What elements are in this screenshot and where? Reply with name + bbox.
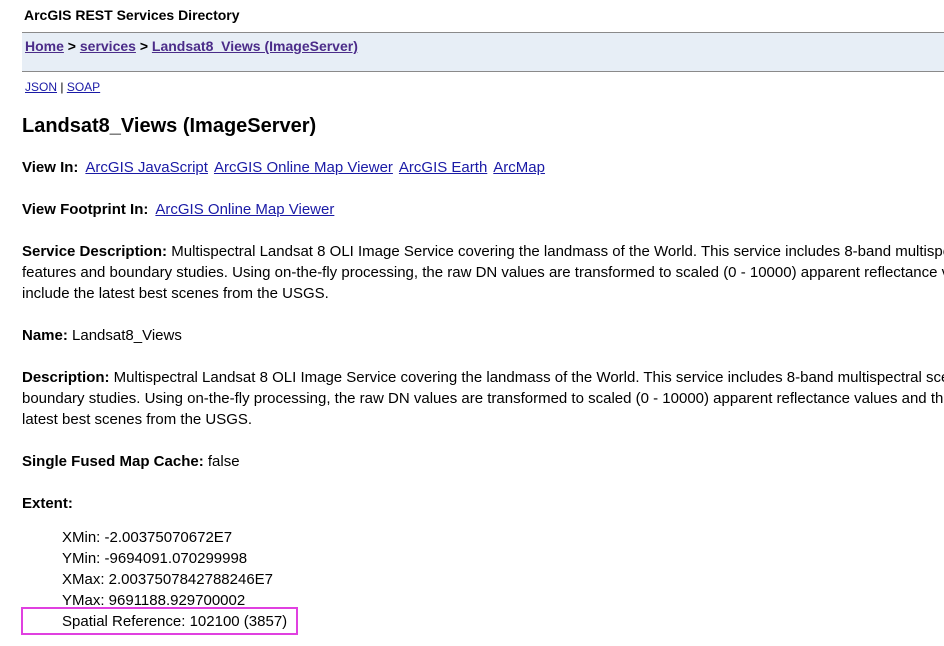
breadcrumb-services-link[interactable]: services (80, 38, 136, 54)
description-text: Multispectral Landsat 8 OLI Image Servic… (109, 369, 944, 386)
single-fused-map-cache-row: Single Fused Map Cache: false (22, 451, 240, 472)
view-in-arcgis-online-map-viewer-link[interactable]: ArcGIS Online Map Viewer (214, 159, 393, 176)
name-label: Name: (22, 327, 68, 344)
page: ArcGIS REST Services Directory Home > se… (0, 0, 944, 646)
description-text: boundary studies. Using on-the-fly proce… (22, 390, 944, 407)
service-description-text: include the latest best scenes from the … (22, 285, 329, 302)
service-description-text: features and boundary studies. Using on-… (22, 264, 944, 281)
description-text: latest best scenes from the USGS. (22, 411, 253, 428)
extent-label: Extent: (22, 495, 73, 512)
breadcrumb-current-link[interactable]: Landsat8_Views (ImageServer) (152, 38, 358, 54)
extent-row: Extent: (22, 493, 73, 514)
page-title: Landsat8_Views (ImageServer) (22, 115, 317, 137)
breadcrumb-separator: > (135, 38, 152, 54)
view-footprint-label: View Footprint In: (22, 201, 149, 218)
extent-xmin: XMin: -2.00375070672E7 (62, 529, 233, 546)
format-separator: | (57, 80, 67, 94)
description: Description: Multispectral Landsat 8 OLI… (22, 367, 944, 430)
service-description: Service Description: Multispectral Lands… (22, 241, 944, 304)
view-footprint-map-viewer-link[interactable]: ArcGIS Online Map Viewer (155, 201, 334, 218)
name-row: Name: Landsat8_Views (22, 325, 182, 346)
breadcrumb-bar: Home > services > Landsat8_Views (ImageS… (22, 32, 944, 72)
view-in-arcgis-javascript-link[interactable]: ArcGIS JavaScript (85, 159, 208, 176)
json-link[interactable]: JSON (25, 80, 57, 94)
single-fused-map-cache-value: false (203, 453, 240, 470)
breadcrumb-separator: > (63, 38, 80, 54)
view-in-label: View In: (22, 159, 79, 176)
view-in-row: View In: ArcGIS JavaScript ArcGIS Online M… (22, 157, 545, 178)
view-in-arcmap-link[interactable]: ArcMap (493, 159, 545, 176)
service-description-text: Multispectral Landsat 8 OLI Image Servic… (167, 243, 944, 260)
name-value: Landsat8_Views (67, 327, 182, 344)
single-fused-map-cache-label: Single Fused Map Cache: (22, 453, 204, 470)
view-in-arcgis-earth-link[interactable]: ArcGIS Earth (399, 159, 487, 176)
app-title: ArcGIS REST Services Directory (24, 7, 240, 23)
soap-link[interactable]: SOAP (67, 80, 100, 94)
extent-ymin: YMin: -9694091.070299998 (62, 550, 248, 567)
breadcrumb: Home > services > Landsat8_Views (ImageS… (25, 38, 358, 54)
breadcrumb-home-link[interactable]: Home (25, 38, 64, 54)
extent-xmax: XMax: 2.0037507842788246E7 (62, 571, 274, 588)
view-footprint-row: View Footprint In: ArcGIS Online Map View… (22, 199, 334, 220)
service-description-label: Service Description: (22, 243, 168, 260)
format-links: JSON | SOAP (25, 80, 100, 94)
spatial-reference-highlight-box (21, 607, 298, 635)
description-label: Description: (22, 369, 110, 386)
